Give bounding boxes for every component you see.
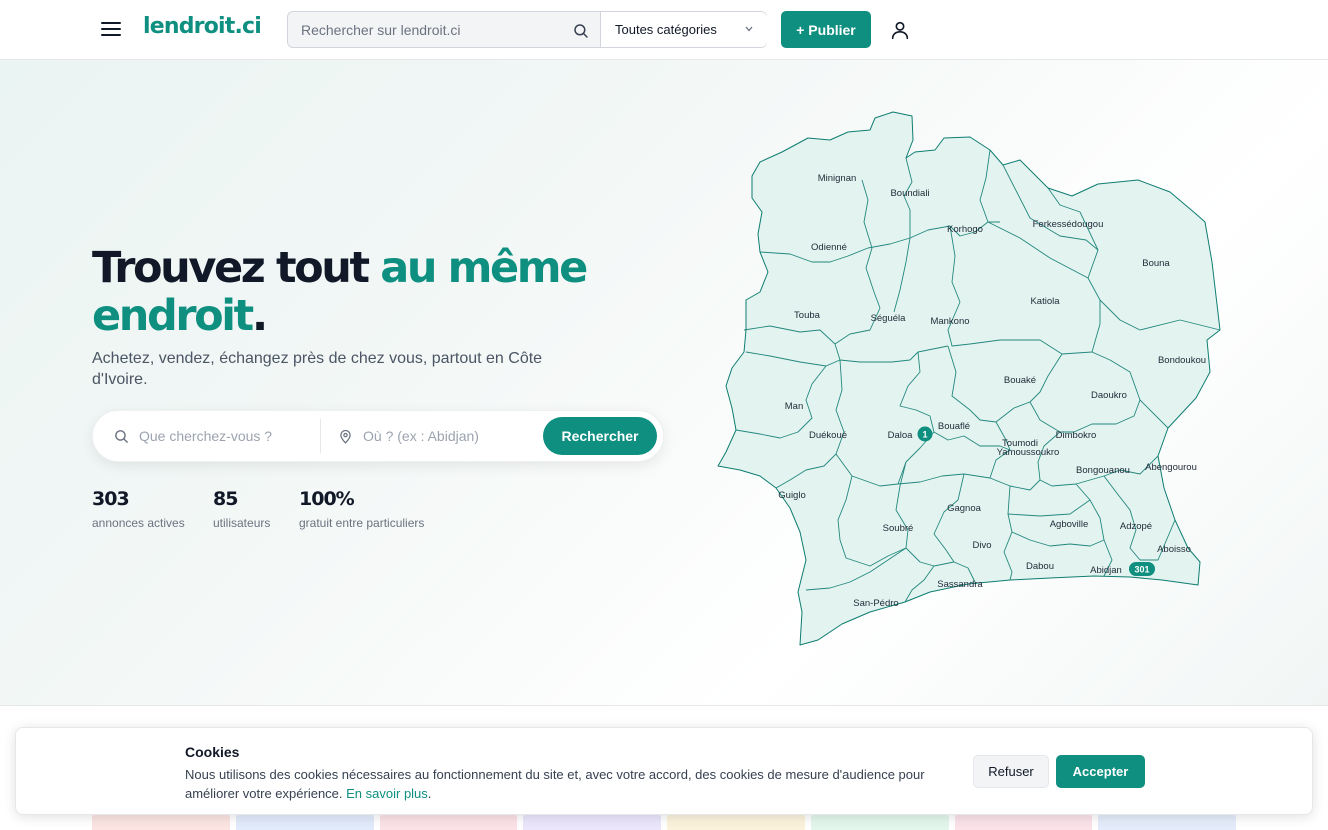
category-select[interactable]: Toutes catégories [600,12,767,47]
header-search-bar: Toutes catégories [287,11,767,48]
top-header: lendroit.ci Toutes catégories + Publier [0,0,1328,60]
stat-free: 100% gratuit entre particuliers [299,488,424,530]
region-label: Guiglo [778,490,805,501]
region-label: Bouna [1142,258,1170,269]
region-label: Séguéla [871,313,907,324]
refuse-cookies-button[interactable]: Refuser [973,755,1049,788]
stat-users: 85 utilisateurs [213,488,270,530]
region-label: Gagnoa [947,503,982,514]
search-icon[interactable] [572,22,590,40]
region-label: Agboville [1050,519,1089,530]
stat-listings: 303 annonces actives [92,488,185,530]
region-label: Soubré [883,523,914,534]
region-label: Bongouanou [1076,465,1130,476]
region-label: Touba [794,310,821,321]
what-input[interactable] [139,428,299,444]
region-label: Man [785,401,803,412]
region-label: Abengourou [1145,462,1197,473]
user-icon[interactable] [889,19,911,41]
region-label: Mankono [930,316,969,327]
menu-icon[interactable] [98,18,124,42]
learn-more-link[interactable]: En savoir plus [346,786,428,801]
stat-value: 100% [299,488,355,510]
region-label: Daloa [888,430,914,441]
stat-label: utilisateurs [213,516,271,530]
region-label: Minignan [818,173,857,184]
category-select-value: Toutes catégories [615,22,717,37]
accept-cookies-button[interactable]: Accepter [1056,755,1145,788]
chevron-down-icon [745,26,753,32]
hero-title-period: . [251,291,268,341]
region-label: Dimbokro [1056,430,1097,441]
region-label: Boundiali [890,188,929,199]
daloa-count-badge[interactable]: 1 [917,426,933,442]
region-label: Bondoukou [1158,355,1206,366]
stat-value: 303 [92,488,130,510]
location-pin-icon [340,429,351,444]
region-label: Adzopé [1120,521,1152,532]
region-label: Bouaké [1004,375,1036,386]
publish-button[interactable]: + Publier [781,11,871,48]
badge-count: 301 [1134,565,1149,575]
stat-label: annonces actives [92,516,185,530]
region-label: Odienné [811,242,847,253]
search-divider [320,419,321,453]
hero-title-main: Trouvez tout [92,243,381,293]
search-submit-button[interactable]: Rechercher [543,417,657,455]
search-icon [115,429,128,443]
hero-search-bar: Rechercher [92,410,664,462]
hero-subtitle: Achetez, vendez, échangez près de chez v… [92,350,543,388]
site-logo[interactable]: lendroit.ci [143,14,262,39]
region-label: Duékoué [809,430,847,441]
region-label: Bouaflé [938,421,970,432]
badge-count: 1 [922,430,927,440]
region-label: Divo [972,540,991,551]
what-field-wrap [113,411,319,461]
region-label: Daoukro [1091,390,1127,401]
region-label: Sassandra [937,579,983,590]
region-label: Aboisso [1157,544,1191,555]
hero-title: Trouvez tout au même endroit. [92,244,612,340]
stat-label: gratuit entre particuliers [299,516,425,530]
region-label: Dabou [1026,561,1054,572]
cookie-title: Cookies [185,744,240,760]
cookie-text: Nous utilisons des cookies nécessaires a… [185,765,925,803]
where-input[interactable] [363,428,523,444]
header-search-input[interactable] [288,12,600,47]
cookie-text-end: . [427,786,432,801]
abidjan-count-badge[interactable]: 301 [1129,562,1155,576]
region-label: San-Pédro [853,598,898,609]
region-label: Yamoussoukro [997,447,1060,458]
cookie-banner: Cookies Nous utilisons des cookies néces… [15,727,1313,815]
where-field-wrap [337,411,537,461]
region-label: Korhogo [947,224,983,235]
cote-divoire-map[interactable]: Minignan Boundiali Korhogo Ferkessédougo… [710,105,1226,653]
cookie-message: Nous utilisons des cookies nécessaires a… [185,767,925,801]
region-label: Ferkessédougou [1033,219,1104,230]
stat-value: 85 [213,488,238,510]
region-label: Katiola [1030,296,1060,307]
region-label: Abidjan [1090,565,1122,576]
